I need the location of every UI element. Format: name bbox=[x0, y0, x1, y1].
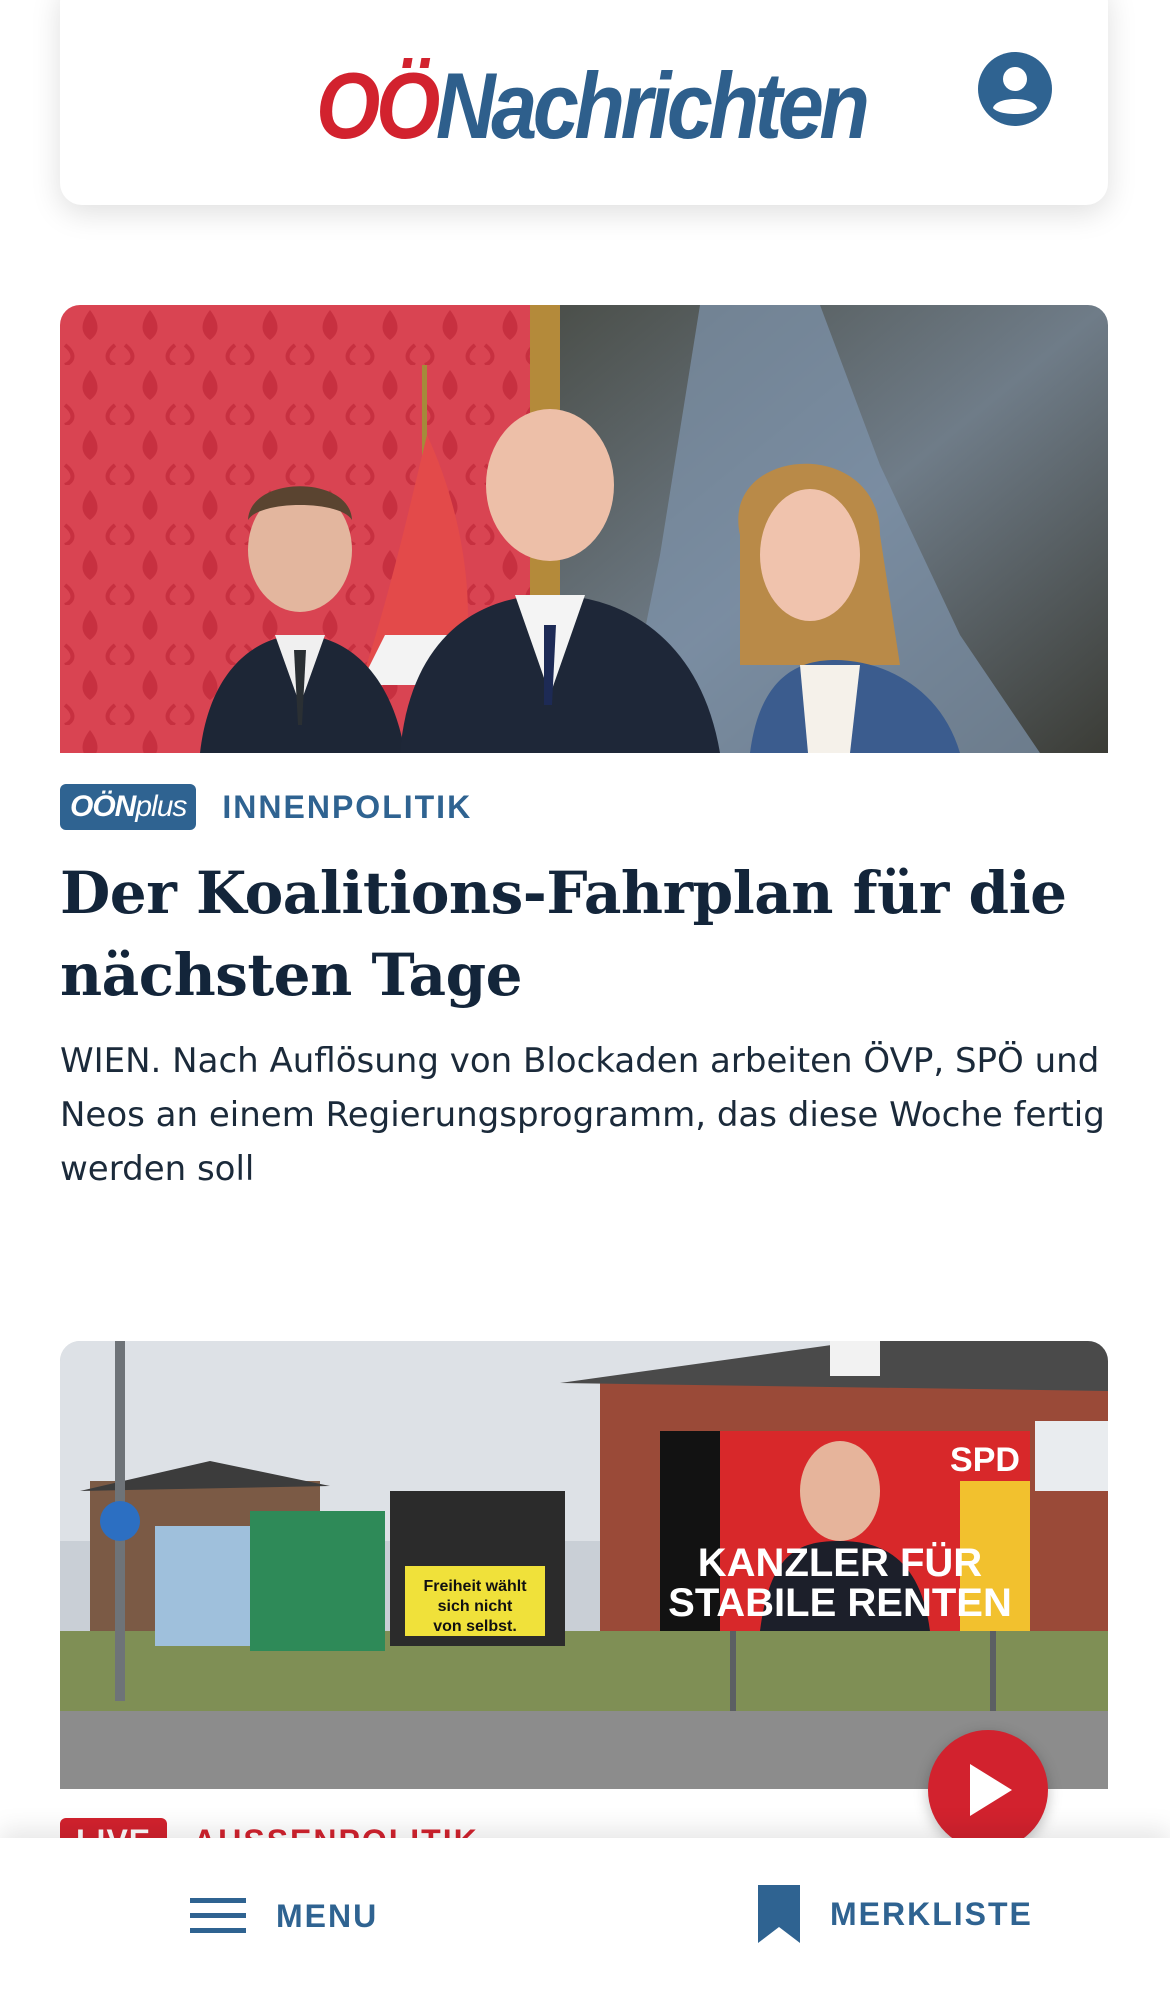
merkliste-label: MERKLISTE bbox=[830, 1895, 1033, 1932]
app-header: OÖNachrichten bbox=[60, 0, 1108, 205]
poster-fdp-text2: sich nicht bbox=[438, 1598, 513, 1615]
section-label[interactable]: INNENPOLITIK bbox=[222, 789, 472, 826]
article-card-wahlkampf[interactable]: Freiheit wählt sich nicht von selbst. SP… bbox=[60, 1341, 1108, 1789]
menu-button[interactable]: MENU bbox=[190, 1888, 378, 1944]
audio-play-button[interactable] bbox=[928, 1730, 1048, 1850]
poster-spd-line1: KANZLER FÜR bbox=[698, 1540, 983, 1585]
merkliste-button[interactable]: MERKLISTE bbox=[758, 1882, 1033, 1946]
article-card-koalition[interactable] bbox=[60, 305, 1108, 753]
bottom-navigation: MENU MERKLISTE bbox=[0, 1838, 1170, 1992]
article-meta: OÖNplus INNENPOLITIK bbox=[60, 784, 472, 830]
article-image-politicians[interactable] bbox=[60, 305, 1108, 753]
bookmark-icon bbox=[758, 1885, 800, 1943]
site-logo[interactable]: OÖNachrichten bbox=[316, 53, 870, 158]
badge-brand: OÖN bbox=[70, 790, 136, 823]
poster-spd-line2: STABILE RENTEN bbox=[668, 1581, 1012, 1625]
hamburger-icon bbox=[190, 1898, 246, 1933]
article-image-election-posters[interactable]: Freiheit wählt sich nicht von selbst. SP… bbox=[60, 1341, 1108, 1789]
poster-fdp-text3: von selbst. bbox=[433, 1618, 517, 1635]
logo-part-nachrichten: Nachrichten bbox=[435, 53, 870, 158]
logo-part-oo: OÖ bbox=[316, 53, 440, 158]
account-icon[interactable] bbox=[976, 50, 1054, 128]
oonplus-badge: OÖNplus bbox=[60, 784, 197, 830]
badge-suffix: plus bbox=[135, 790, 187, 823]
play-icon bbox=[970, 1764, 1012, 1816]
menu-label: MENU bbox=[276, 1897, 379, 1934]
article-teaser[interactable]: WIEN. Nach Auflösung von Blockaden arbei… bbox=[60, 1034, 1110, 1196]
article-headline[interactable]: Der Koalitions-Fahrplan für die nächsten… bbox=[60, 852, 1108, 1016]
poster-spd-party: SPD bbox=[950, 1441, 1020, 1479]
poster-fdp-text: Freiheit wählt bbox=[423, 1578, 527, 1595]
